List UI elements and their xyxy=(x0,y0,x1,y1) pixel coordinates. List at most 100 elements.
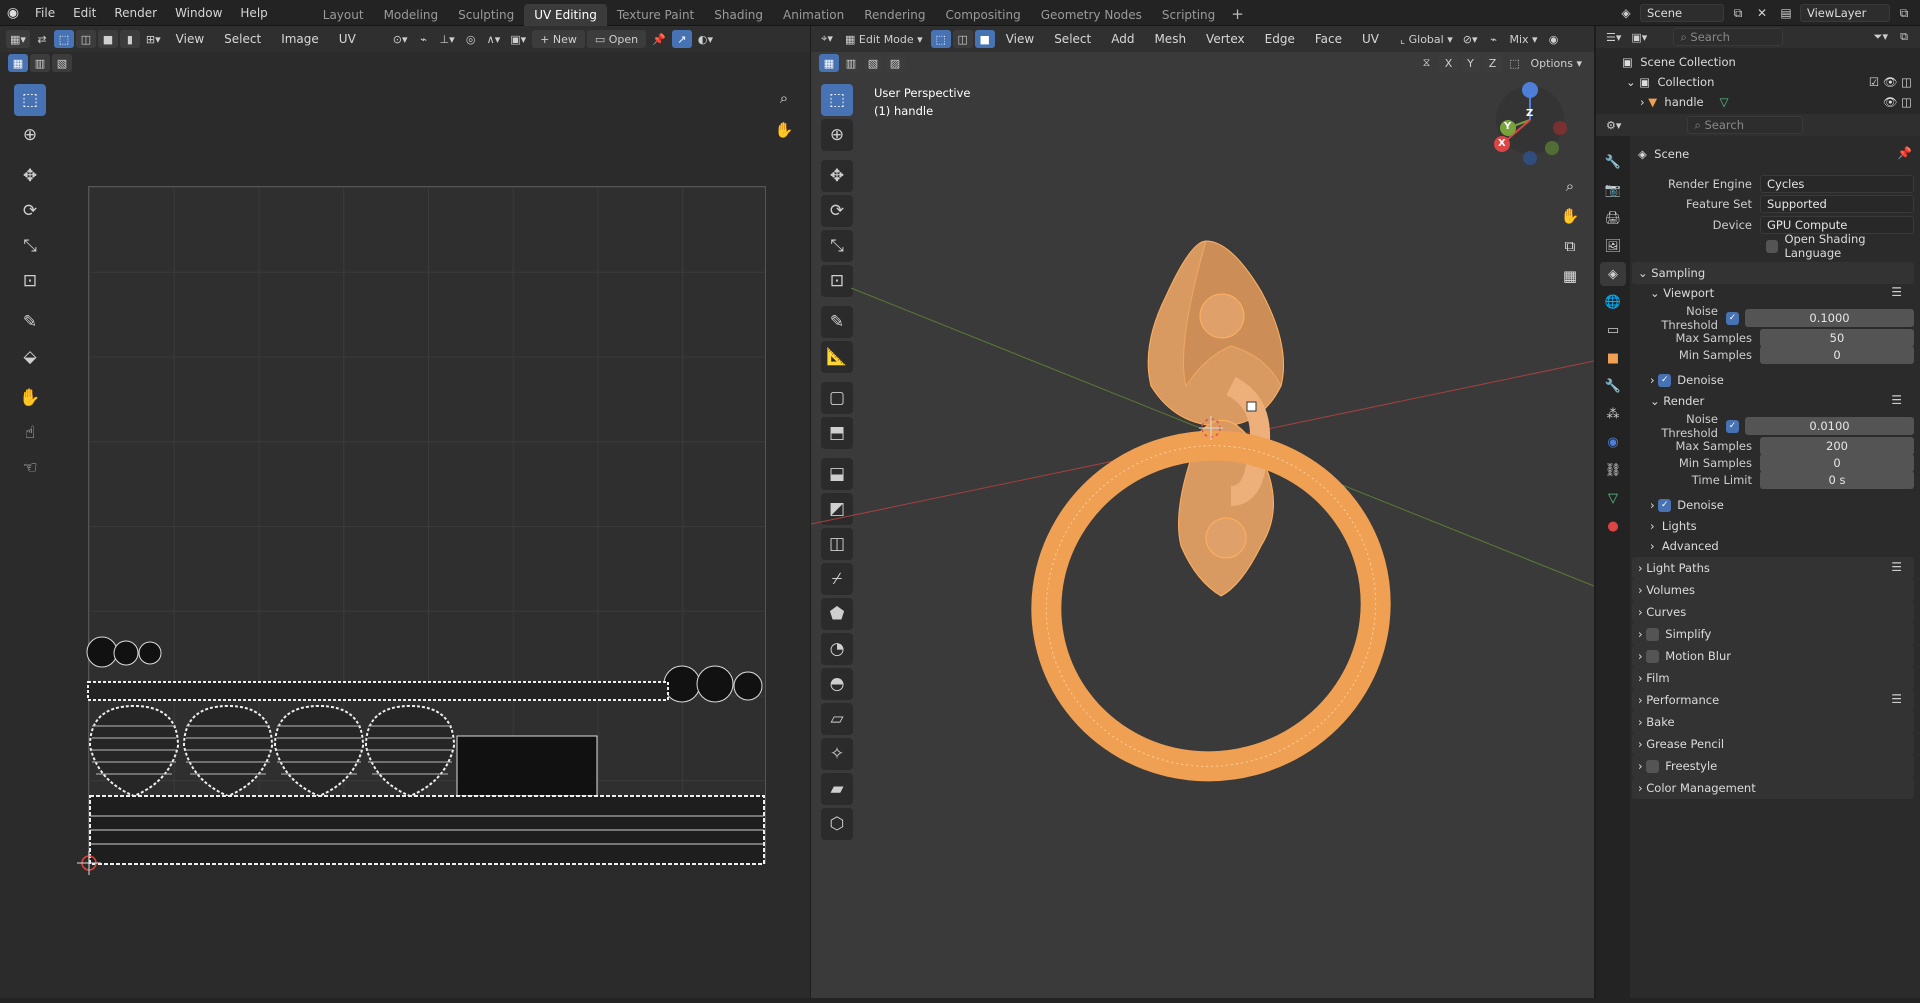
subpanel-viewport[interactable]: ⌄ Viewport xyxy=(1650,283,1714,303)
feature-set-dropdown[interactable]: Supported xyxy=(1760,195,1914,213)
freestyle-check-icon[interactable] xyxy=(1646,759,1660,773)
panel-simplify[interactable]: › Simplify xyxy=(1632,623,1914,645)
panel-curves[interactable]: › Curves xyxy=(1632,601,1914,623)
tab-scripting[interactable]: Scripting xyxy=(1152,4,1225,26)
vp-noise-checkbox[interactable]: ✓ xyxy=(1726,311,1739,325)
handle-visibility-icons[interactable]: 👁 ◫ xyxy=(1883,95,1912,109)
panel-light-paths[interactable]: › Light Paths xyxy=(1632,557,1914,579)
panel-volumes[interactable]: › Volumes xyxy=(1632,579,1914,601)
panel-bake[interactable]: › Bake xyxy=(1632,711,1914,733)
tab-geometry-nodes[interactable]: Geometry Nodes xyxy=(1031,4,1152,26)
subpanel-render[interactable]: ⌄ Render xyxy=(1650,391,1704,411)
vp-denoise-check-icon[interactable]: ✓ xyxy=(1658,373,1672,387)
add-workspace-icon[interactable]: + xyxy=(1225,5,1250,23)
tab-shading[interactable]: Shading xyxy=(704,4,773,26)
light-paths-presets-icon[interactable]: ☰ xyxy=(1891,560,1902,574)
collection-tab-icon[interactable]: ▭ xyxy=(1600,318,1626,342)
tab-sculpting[interactable]: Sculpting xyxy=(448,4,524,26)
tab-rendering[interactable]: Rendering xyxy=(854,4,935,26)
outliner-row-handle[interactable]: › ▼ handle ▽ 👁 ◫ xyxy=(1596,92,1920,112)
uv-island-disc xyxy=(113,640,139,666)
panel-film[interactable]: › Film xyxy=(1632,667,1914,689)
tab-layout[interactable]: Layout xyxy=(313,4,374,26)
uv-editor[interactable]: ▦▾ ⇄ ⬚ ◫ ■ ▮ ⊞▾ View Select Image UV ⊙▾ … xyxy=(0,26,810,998)
gizmo-y-label: Y xyxy=(1504,121,1512,132)
motion-blur-check-icon[interactable] xyxy=(1646,649,1660,663)
subpanel-r-denoise[interactable]: › ✓ Denoise xyxy=(1650,495,1724,515)
osl-checkbox[interactable]: Open Shading Language xyxy=(1766,232,1920,260)
properties-type-icon[interactable]: ⚙▾ xyxy=(1602,116,1625,134)
material-tab-icon[interactable]: ● xyxy=(1600,514,1626,538)
vp-zoom-icon[interactable]: ⌕ xyxy=(1558,174,1582,198)
menu-render[interactable]: Render xyxy=(105,0,166,26)
scene-icon[interactable]: ◈ xyxy=(1616,4,1636,22)
subpanel-lights[interactable]: › Lights xyxy=(1650,516,1697,536)
r-denoise-check-icon[interactable]: ✓ xyxy=(1658,498,1672,512)
render-presets-list-icon[interactable]: ☰ xyxy=(1891,393,1902,407)
blender-logo-icon[interactable]: ◉ xyxy=(0,0,26,26)
subpanel-vp-denoise[interactable]: › ✓ Denoise xyxy=(1650,370,1724,390)
camera-view-icon[interactable]: ⧉ xyxy=(1558,234,1582,258)
menu-window[interactable]: Window xyxy=(166,0,231,26)
expand-icon: › xyxy=(1638,671,1647,685)
panel-performance[interactable]: › Performance xyxy=(1632,689,1914,711)
menu-help[interactable]: Help xyxy=(231,0,276,26)
outliner-row-collection[interactable]: ⌄ ▣ Collection ☑ 👁 ◫ xyxy=(1596,72,1920,92)
properties-search[interactable]: ⌕ Search xyxy=(1687,116,1804,134)
visibility-icons[interactable]: ☑ 👁 ◫ xyxy=(1869,75,1912,89)
r-noise-field[interactable]: 0.0100 xyxy=(1745,417,1914,435)
tab-modeling[interactable]: Modeling xyxy=(374,4,449,26)
simplify-check-icon[interactable] xyxy=(1646,627,1660,641)
outliner-type-icon[interactable]: ☰▾ xyxy=(1602,28,1625,46)
tab-uv-editing[interactable]: UV Editing xyxy=(524,4,607,26)
outliner-row-scene-collection[interactable]: ▣ Scene Collection xyxy=(1596,52,1920,72)
menu-edit[interactable]: Edit xyxy=(64,0,105,26)
panel-grease-pencil[interactable]: › Grease Pencil xyxy=(1632,733,1914,755)
performance-presets-icon[interactable]: ☰ xyxy=(1891,692,1902,706)
scene-selector[interactable]: Scene xyxy=(1640,4,1724,22)
presets-list-icon[interactable]: ☰ xyxy=(1891,285,1902,299)
panel-color-management[interactable]: › Color Management xyxy=(1632,777,1914,799)
view-layer-tab-icon[interactable]: 🖼 xyxy=(1600,234,1626,258)
particles-tab-icon[interactable]: ⁂ xyxy=(1600,402,1626,426)
physics-tab-icon[interactable]: ◉ xyxy=(1600,430,1626,454)
tab-texture-paint[interactable]: Texture Paint xyxy=(607,4,704,26)
data-tab-icon[interactable]: ▽ xyxy=(1600,486,1626,510)
delete-scene-icon[interactable]: ✕ xyxy=(1752,4,1772,22)
r-time-limit-field[interactable]: 0 s xyxy=(1760,471,1914,489)
subpanel-advanced[interactable]: › Advanced xyxy=(1650,536,1719,556)
modifier-tab-icon[interactable]: 🔧 xyxy=(1600,374,1626,398)
output-tab-icon[interactable]: 🖨 xyxy=(1600,206,1626,230)
outliner[interactable]: ☰▾ ▣▾ ⌕ Search ⏷▾ ⧉ ▣ Scene Collection ⌄… xyxy=(1596,26,1920,114)
new-view-layer-icon[interactable]: ⧉ xyxy=(1894,4,1914,22)
vp-noise-field[interactable]: 0.1000 xyxy=(1745,309,1914,327)
tool-tab-icon[interactable]: 🔧 xyxy=(1600,150,1626,174)
constraints-tab-icon[interactable]: ⛓ xyxy=(1600,458,1626,482)
render-engine-dropdown[interactable]: Cycles xyxy=(1760,175,1914,193)
world-tab-icon[interactable]: 🌐 xyxy=(1600,290,1626,314)
uv-island-disc xyxy=(86,636,118,668)
tab-compositing[interactable]: Compositing xyxy=(935,4,1030,26)
vp-pan-icon[interactable]: ✋ xyxy=(1558,204,1582,228)
new-collection-icon[interactable]: ⧉ xyxy=(1894,28,1914,46)
panel-sampling[interactable]: ⌄ Sampling xyxy=(1632,262,1914,284)
panel-motion-blur[interactable]: › Motion Blur xyxy=(1632,645,1914,667)
filter-icon[interactable]: ⏷▾ xyxy=(1870,28,1892,46)
3d-viewport[interactable]: ⌖▾ ▦ Edit Mode ▾ ⬚ ◫ ■ View Select Add M… xyxy=(811,26,1594,998)
uv-island-leaf xyxy=(273,704,365,798)
view-layer-icon[interactable]: ▤ xyxy=(1776,4,1796,22)
render-tab-icon[interactable]: 📷 xyxy=(1600,178,1626,202)
ortho-toggle-icon[interactable]: ▦ xyxy=(1558,264,1582,288)
outliner-display-mode-icon[interactable]: ▣▾ xyxy=(1627,28,1651,46)
r-noise-checkbox[interactable]: ✓ xyxy=(1726,419,1739,433)
scene-tab-icon[interactable]: ◈ xyxy=(1600,262,1626,286)
new-scene-icon[interactable]: ⧉ xyxy=(1728,4,1748,22)
object-tab-icon[interactable]: ■ xyxy=(1600,346,1626,370)
panel-freestyle[interactable]: › Freestyle xyxy=(1632,755,1914,777)
vp-min-samples-field[interactable]: 0 xyxy=(1760,346,1914,364)
menu-file[interactable]: File xyxy=(26,0,64,26)
tab-animation[interactable]: Animation xyxy=(773,4,854,26)
pin-context-icon[interactable]: 📌 xyxy=(1897,146,1912,160)
outliner-search[interactable]: ⌕ Search xyxy=(1673,28,1784,46)
view-layer-selector[interactable]: ViewLayer xyxy=(1800,4,1890,22)
